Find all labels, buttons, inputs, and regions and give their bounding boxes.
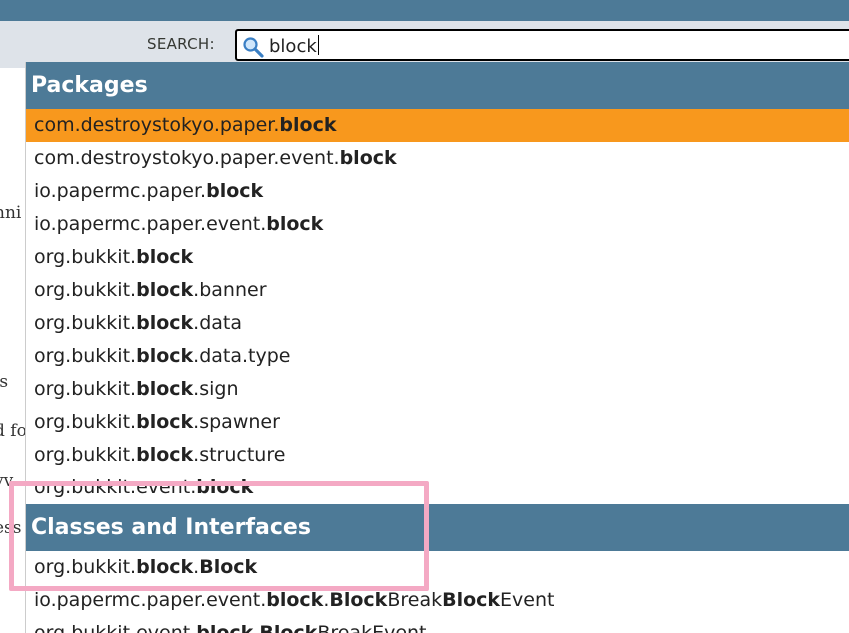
result-text: Event: [500, 589, 555, 611]
result-text: org.bukkit.: [34, 444, 137, 466]
packages-result-item[interactable]: io.papermc.paper.block: [26, 175, 849, 208]
packages-result-item[interactable]: org.bukkit.block.sign: [26, 373, 849, 406]
packages-result-item[interactable]: io.papermc.paper.event.block: [26, 208, 849, 241]
match-highlight: block: [266, 213, 324, 235]
packages-result-item[interactable]: org.bukkit.block.structure: [26, 439, 849, 472]
match-highlight: block: [136, 345, 194, 367]
result-text: org.bukkit.: [34, 246, 137, 268]
packages-result-item[interactable]: org.bukkit.block.spawner: [26, 406, 849, 439]
match-highlight: block: [266, 589, 324, 611]
search-icon: [242, 36, 264, 58]
result-text: com.destroystokyo.paper.: [34, 114, 280, 136]
match-highlight: Block: [329, 589, 388, 611]
result-text: io.papermc.paper.: [34, 180, 207, 202]
classes-result-item[interactable]: org.bukkit.event.block.BlockBreakEvent: [26, 617, 849, 633]
match-highlight: block: [339, 147, 397, 169]
result-text: io.papermc.paper.event.: [34, 213, 267, 235]
background-text-fragment: is: [0, 372, 9, 392]
result-text: .sign: [193, 378, 239, 400]
classes-result-item[interactable]: io.papermc.paper.event.block.BlockBreakB…: [26, 584, 849, 617]
result-text: org.bukkit.event.: [34, 622, 197, 633]
match-highlight: block: [136, 444, 194, 466]
result-text: org.bukkit.: [34, 411, 137, 433]
result-text: .data: [193, 312, 243, 334]
match-highlight: block: [196, 476, 254, 498]
match-highlight: block: [279, 114, 337, 136]
packages-result-item[interactable]: org.bukkit.block.banner: [26, 274, 849, 307]
search-input[interactable]: block: [235, 29, 849, 61]
category-header-packages: Packages: [26, 62, 849, 109]
result-text: org.bukkit.: [34, 312, 137, 334]
match-highlight: block: [136, 246, 194, 268]
classes-result-item[interactable]: org.bukkit.block.Block: [26, 551, 849, 584]
result-text: com.destroystokyo.paper.event.: [34, 147, 340, 169]
result-text: .banner: [193, 279, 267, 301]
match-highlight: block: [136, 556, 194, 578]
packages-result-item[interactable]: org.bukkit.block.data: [26, 307, 849, 340]
classes-list: org.bukkit.block.Block io.papermc.paper.e…: [26, 551, 849, 633]
result-text: org.bukkit.: [34, 378, 137, 400]
packages-result-item[interactable]: com.destroystokyo.paper.event.block: [26, 142, 849, 175]
background-text-fragment: vv: [0, 471, 14, 491]
result-text: org.bukkit.event.: [34, 476, 197, 498]
result-text: Break: [387, 589, 443, 611]
result-text: BreakEvent: [317, 622, 427, 633]
search-label: SEARCH:: [147, 35, 215, 53]
category-header-classes: Classes and Interfaces: [26, 504, 849, 551]
packages-result-item[interactable]: org.bukkit.block: [26, 241, 849, 274]
background-text-fragment: ess: [0, 518, 22, 538]
match-highlight: block: [136, 312, 194, 334]
match-highlight: Block: [199, 556, 258, 578]
result-text: .data.type: [193, 345, 291, 367]
result-text: .structure: [193, 444, 286, 466]
text-caret: [317, 35, 319, 55]
result-text: .spawner: [193, 411, 280, 433]
result-text: io.papermc.paper.event.: [34, 589, 267, 611]
packages-result-item[interactable]: com.destroystokyo.paper.block: [26, 109, 849, 142]
match-highlight: block: [196, 622, 254, 633]
match-highlight: Block: [442, 589, 501, 611]
background-text-fragment: nni: [0, 203, 22, 223]
match-highlight: block: [136, 378, 194, 400]
packages-result-item[interactable]: org.bukkit.event.block: [26, 472, 849, 504]
packages-list: com.destroystokyo.paper.block com.destroy…: [26, 109, 849, 504]
match-highlight: block: [136, 279, 194, 301]
match-highlight: block: [136, 411, 194, 433]
search-results-dropdown: Packages com.destroystokyo.paper.block co…: [25, 62, 849, 633]
result-text: org.bukkit.: [34, 345, 137, 367]
result-text: org.bukkit.: [34, 556, 137, 578]
packages-result-item[interactable]: org.bukkit.block.data.type: [26, 340, 849, 373]
top-nav-bar: [0, 0, 849, 21]
match-highlight: Block: [259, 622, 318, 633]
result-text: org.bukkit.: [34, 279, 137, 301]
match-highlight: block: [206, 180, 264, 202]
search-value: block: [269, 35, 319, 57]
background-text-fragment: d fo: [0, 421, 27, 441]
